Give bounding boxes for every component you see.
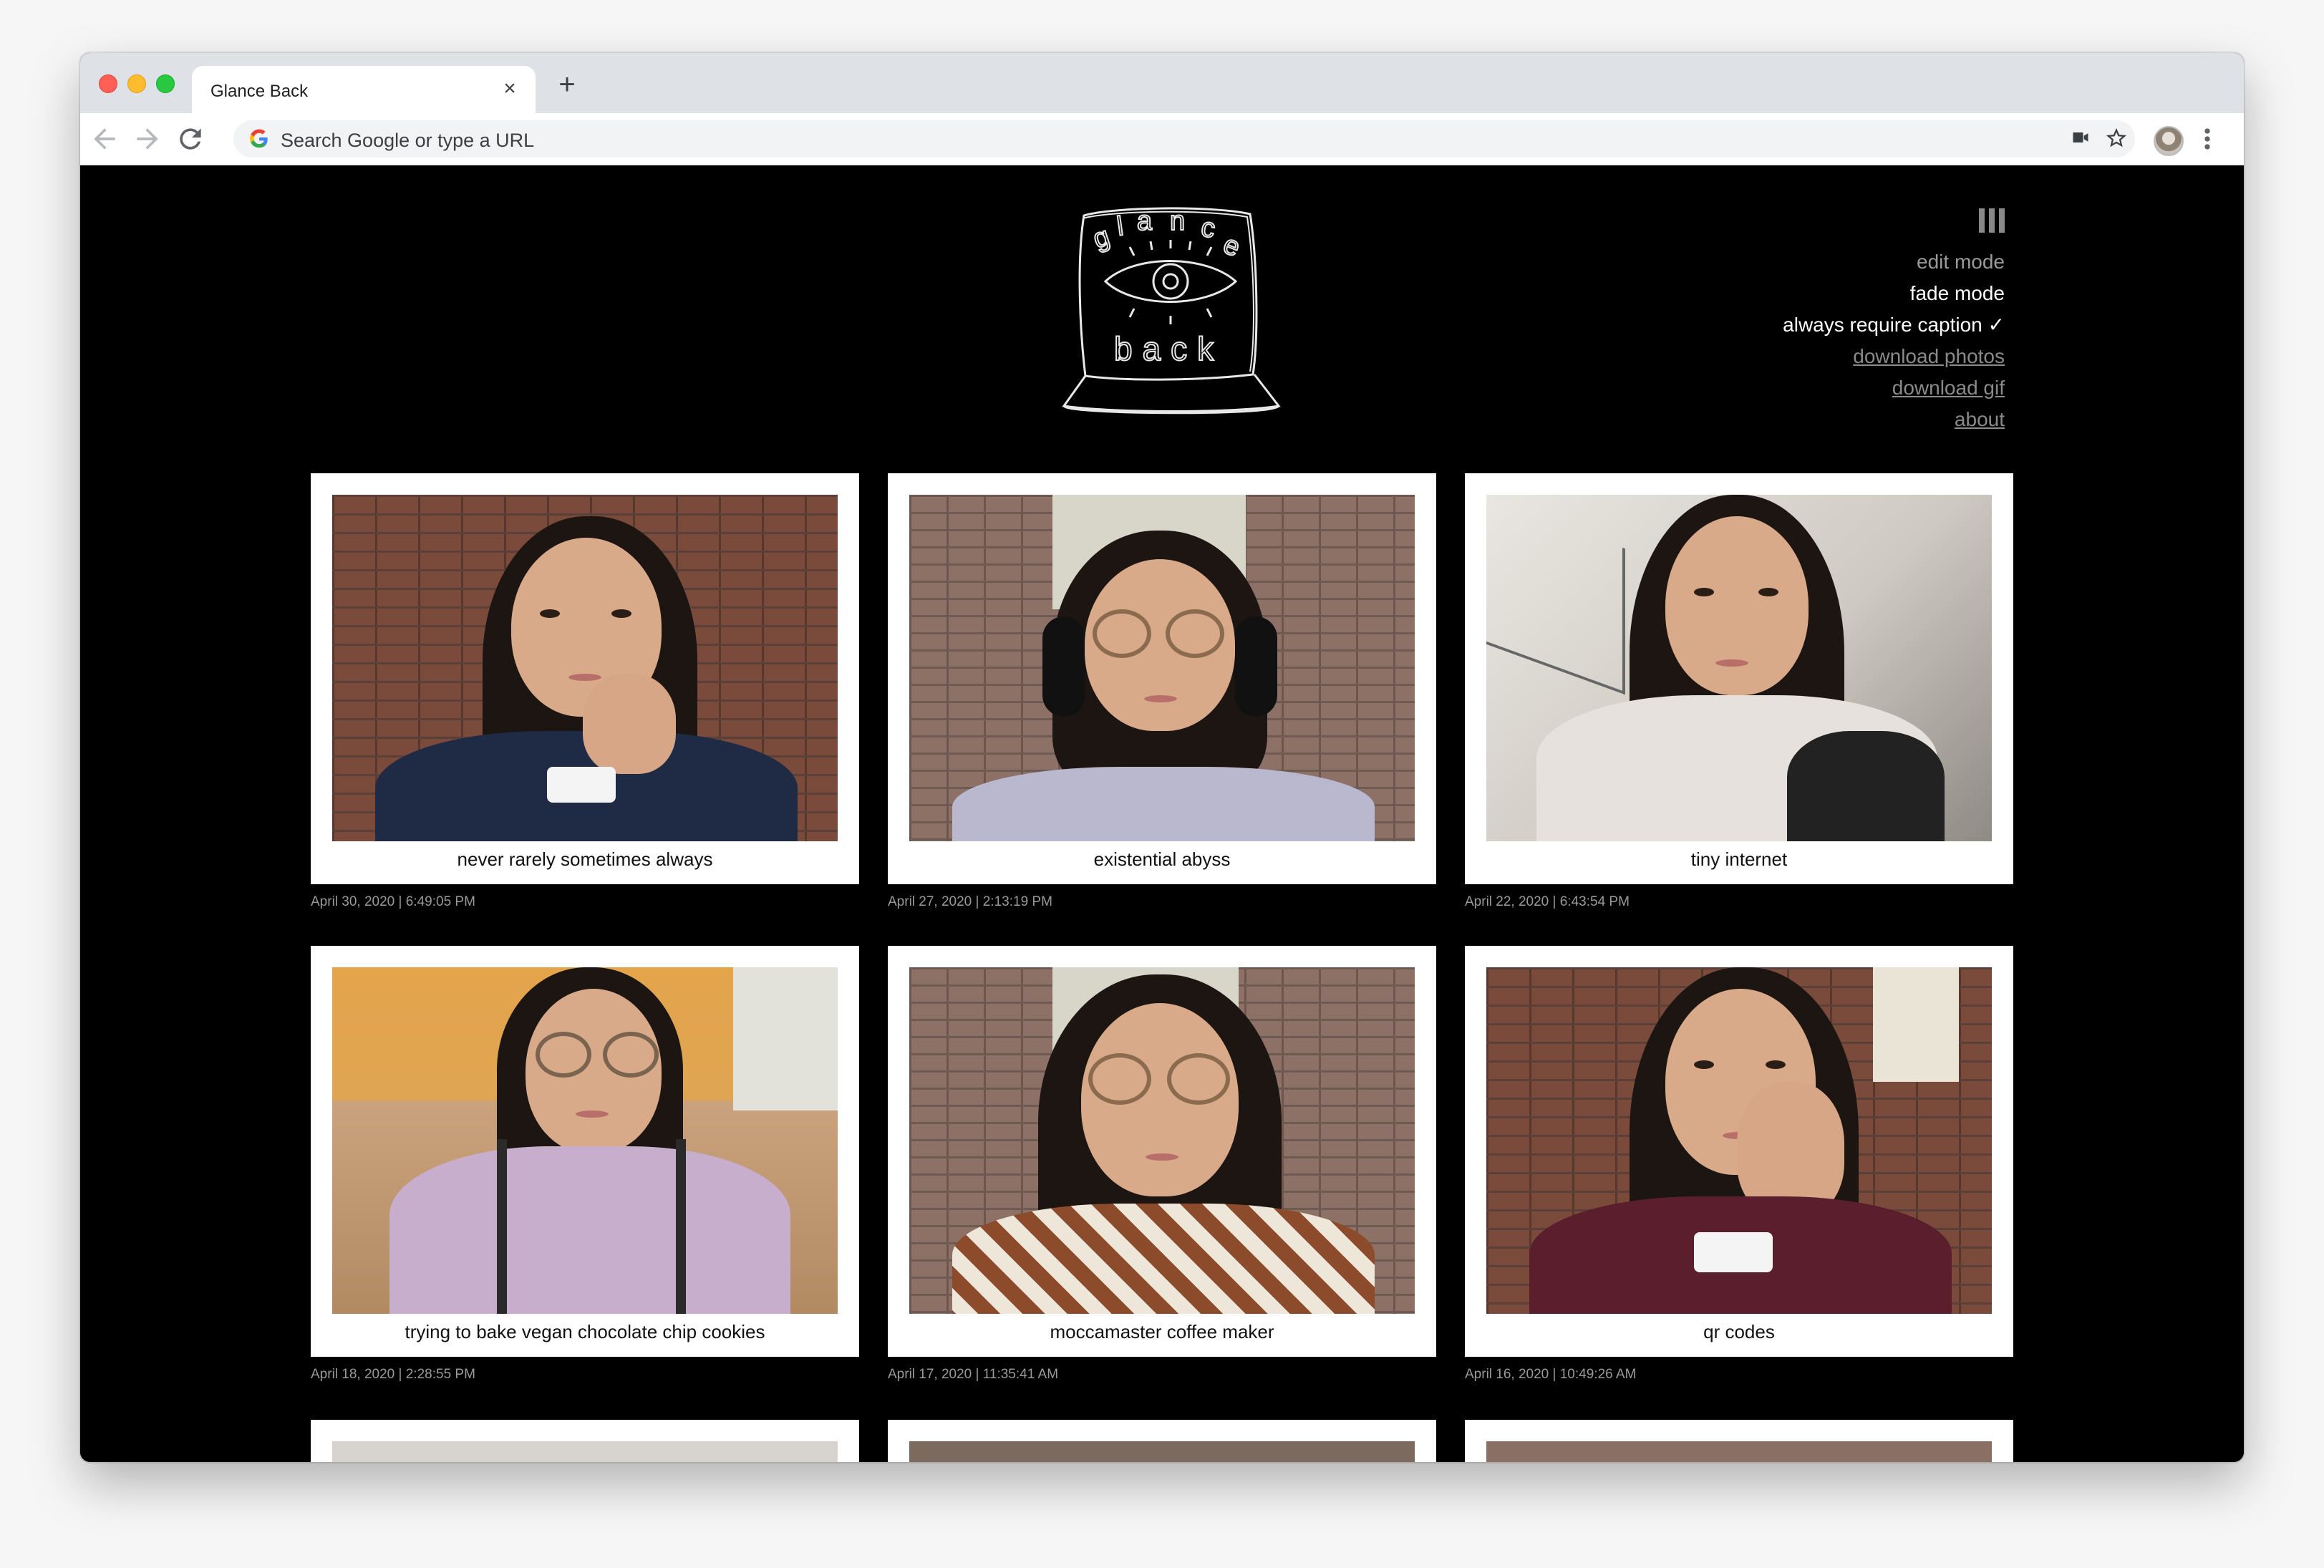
profile-avatar[interactable] xyxy=(2154,126,2184,156)
polaroid-frame: never rarely sometimes always xyxy=(311,473,859,884)
polaroid-frame: qr codes xyxy=(1465,946,2013,1357)
photo-image xyxy=(332,495,838,841)
photo-image xyxy=(332,1441,838,1462)
photo-card[interactable] xyxy=(888,1420,1436,1462)
tab-title: Glance Back xyxy=(210,82,309,101)
tab-close-icon[interactable]: × xyxy=(497,76,523,102)
photo-caption: tiny internet xyxy=(1690,848,1788,870)
photo-caption: qr codes xyxy=(1703,1321,1775,1342)
photo-image xyxy=(909,967,1415,1314)
minimize-window-button[interactable] xyxy=(127,74,146,93)
photo-card[interactable]: moccamaster coffee maker April 17, 2020 … xyxy=(888,946,1436,1383)
photo-card[interactable] xyxy=(1465,1420,2013,1462)
svg-text:back: back xyxy=(1114,330,1224,367)
browser-window: Glance Back × + Search Google or type a … xyxy=(80,53,2244,1462)
svg-text:l: l xyxy=(1115,211,1125,242)
polaroid-frame: existential abyss xyxy=(888,473,1436,884)
photo-caption: existential abyss xyxy=(1093,848,1231,870)
photo-caption: trying to bake vegan chocolate chip cook… xyxy=(405,1321,765,1342)
svg-text:e: e xyxy=(1219,229,1244,263)
photo-timestamp: April 22, 2020 | 6:43:54 PM xyxy=(1465,894,1630,909)
photo-card[interactable]: trying to bake vegan chocolate chip cook… xyxy=(311,946,859,1383)
options-menu: edit mode fade mode always require capti… xyxy=(1783,208,2005,435)
photo-image xyxy=(1486,495,1992,841)
photo-image xyxy=(1486,967,1992,1314)
polaroid-frame xyxy=(311,1420,859,1462)
photo-image xyxy=(909,495,1415,841)
photo-timestamp: April 17, 2020 | 11:35:41 AM xyxy=(888,1367,1059,1382)
menu-item-edit-mode[interactable]: edit mode xyxy=(1783,246,2005,278)
reload-icon[interactable] xyxy=(175,123,206,155)
photo-timestamp: April 18, 2020 | 2:28:55 PM xyxy=(311,1367,475,1382)
google-icon xyxy=(250,129,268,148)
maximize-window-button[interactable] xyxy=(156,74,175,93)
svg-text:g: g xyxy=(1090,221,1113,254)
photo-card[interactable]: never rarely sometimes always April 30, … xyxy=(311,473,859,910)
camera-icon[interactable] xyxy=(2069,127,2092,150)
svg-text:a: a xyxy=(1137,206,1153,236)
photo-image xyxy=(332,967,838,1314)
new-tab-button[interactable]: + xyxy=(553,70,581,99)
polaroid-frame: trying to bake vegan chocolate chip cook… xyxy=(311,946,859,1357)
menu-item-fade-mode[interactable]: fade mode xyxy=(1783,278,2005,309)
photo-card[interactable]: existential abyss April 27, 2020 | 2:13:… xyxy=(888,473,1436,910)
polaroid-frame: tiny internet xyxy=(1465,473,2013,884)
address-bar-placeholder: Search Google or type a URL xyxy=(281,130,535,151)
photo-card[interactable]: qr codes April 16, 2020 | 10:49:26 AM xyxy=(1465,946,2013,1383)
menu-toggle-icon[interactable] xyxy=(1979,208,2005,233)
tab-strip: Glance Back × + xyxy=(80,53,2244,113)
back-arrow-icon[interactable] xyxy=(89,123,120,155)
browser-tab[interactable]: Glance Back × xyxy=(192,66,536,113)
polaroid-frame xyxy=(888,1420,1436,1462)
menu-item-about[interactable]: about xyxy=(1783,404,2005,435)
photo-caption: moccamaster coffee maker xyxy=(1050,1321,1274,1342)
polaroid-frame xyxy=(1465,1420,2013,1462)
photo-timestamp: April 30, 2020 | 6:49:05 PM xyxy=(311,894,475,909)
photo-timestamp: April 16, 2020 | 10:49:26 AM xyxy=(1465,1367,1637,1382)
forward-arrow-icon[interactable] xyxy=(132,123,163,155)
photo-card[interactable]: tiny internet April 22, 2020 | 6:43:54 P… xyxy=(1465,473,2013,910)
photo-card[interactable] xyxy=(311,1420,859,1462)
svg-text:n: n xyxy=(1170,206,1185,236)
browser-toolbar: Search Google or type a URL xyxy=(80,113,2244,165)
polaroid-frame: moccamaster coffee maker xyxy=(888,946,1436,1357)
close-window-button[interactable] xyxy=(99,74,117,93)
svg-text:c: c xyxy=(1199,213,1217,245)
menu-item-download-photos[interactable]: download photos xyxy=(1783,341,2005,372)
menu-item-download-gif[interactable]: download gif xyxy=(1783,372,2005,404)
photo-caption: never rarely sometimes always xyxy=(457,848,713,870)
more-vert-icon[interactable] xyxy=(2197,123,2218,155)
menu-item-always-require-caption[interactable]: always require caption ✓ xyxy=(1783,309,2005,341)
glance-back-logo: g l a n c e back xyxy=(1062,205,1281,415)
photo-image xyxy=(1486,1441,1992,1462)
star-icon[interactable] xyxy=(2105,127,2128,150)
address-bar[interactable]: Search Google or type a URL xyxy=(233,120,2135,158)
photo-image xyxy=(909,1441,1415,1462)
photo-timestamp: April 27, 2020 | 2:13:19 PM xyxy=(888,894,1052,909)
page-content: g l a n c e back edit mode fade mode alw… xyxy=(80,165,2244,1462)
